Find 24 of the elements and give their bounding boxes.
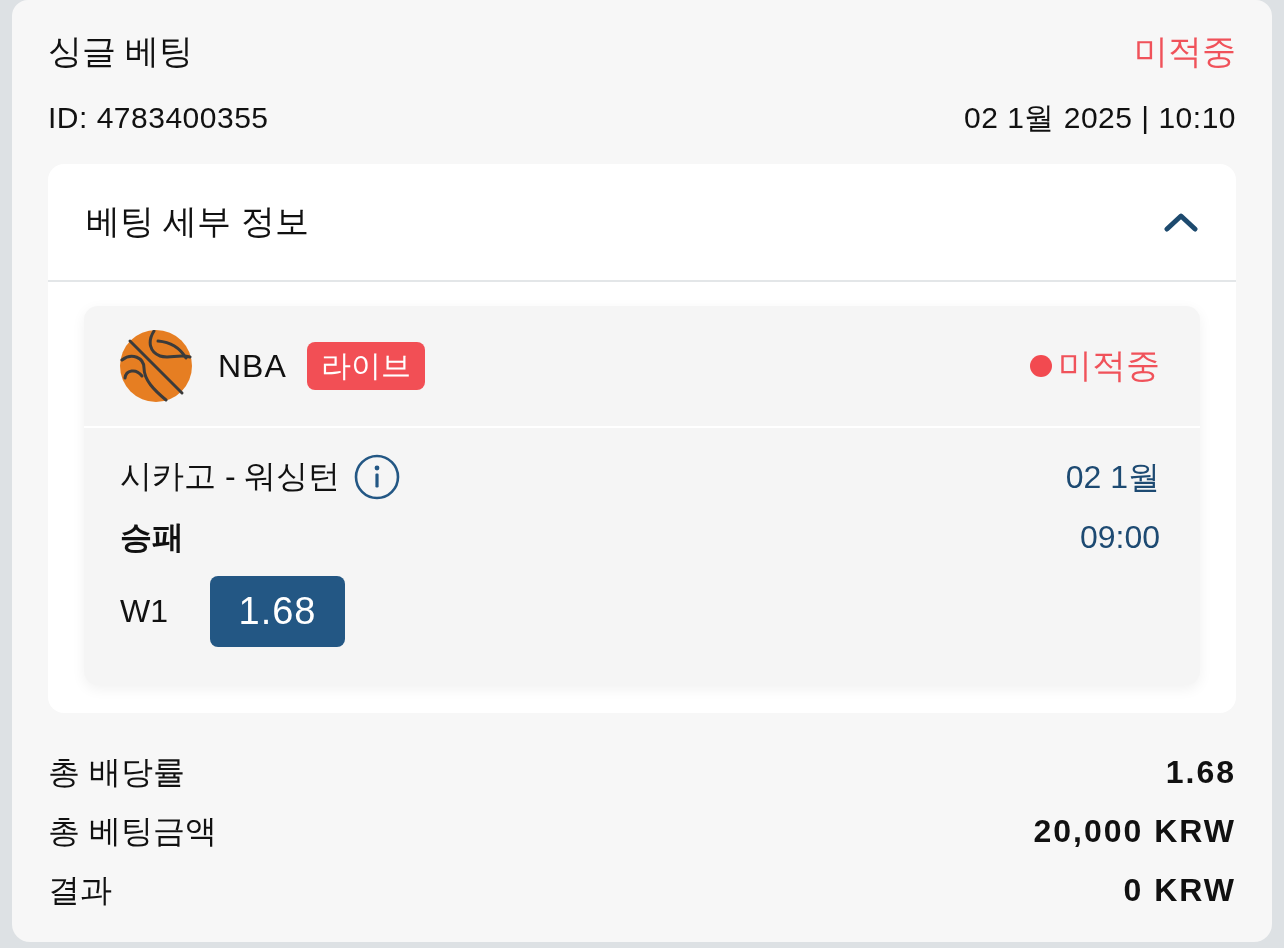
details-title: 베팅 세부 정보 <box>86 201 309 242</box>
summary-value: 20,000 KRW <box>1033 813 1236 850</box>
match-name: 시카고 - 워싱턴 <box>120 457 341 496</box>
basketball-icon <box>120 330 192 402</box>
bet-title: 싱글 베팅 <box>48 31 194 72</box>
summary-value: 0 KRW <box>1123 872 1236 909</box>
selection-label: W1 <box>120 593 169 630</box>
status-dot-icon <box>1030 355 1052 377</box>
bet-status: 미적중 <box>1134 31 1236 72</box>
market-name: 승패 <box>120 518 184 557</box>
info-icon[interactable] <box>354 454 401 500</box>
summary-label: 결과 <box>48 870 112 910</box>
live-badge: 라이브 <box>306 342 425 390</box>
summary-label: 총 베팅금액 <box>48 811 217 851</box>
odds-button[interactable]: 1.68 <box>210 576 345 647</box>
event-date: 02 1월 <box>1065 458 1160 497</box>
event-status: 미적중 <box>1058 345 1160 386</box>
chevron-icon[interactable] <box>1164 212 1198 232</box>
bet-id: ID: 4783400355 <box>48 101 269 135</box>
event-time: 09:00 <box>1079 518 1160 557</box>
summary-label: 총 배당률 <box>48 752 185 792</box>
bet-datetime: 02 1월 2025 | 10:10 <box>964 99 1236 136</box>
summary-value: 1.68 <box>1165 754 1236 791</box>
league-name: NBA <box>218 347 287 385</box>
